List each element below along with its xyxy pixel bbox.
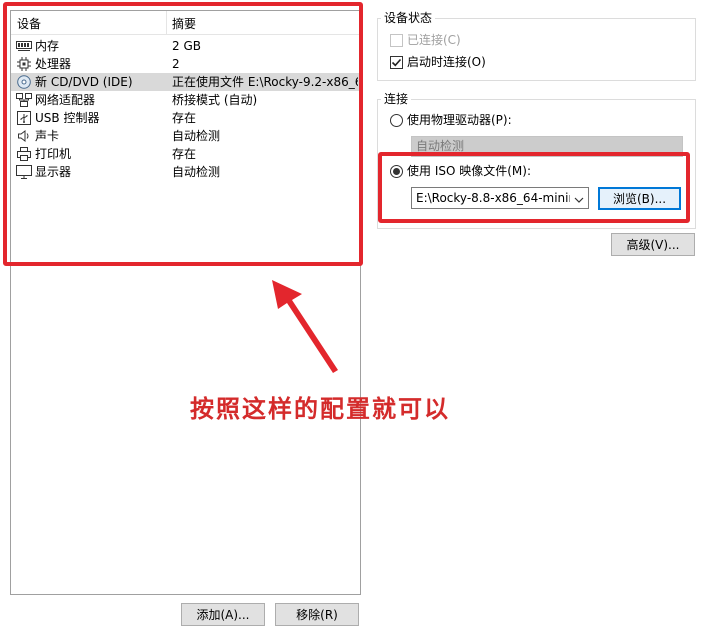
highlight-box-device-list (3, 2, 363, 266)
connected-checkbox[interactable]: 已连接(C) (390, 33, 461, 47)
add-device-button[interactable]: 添加(A)... (181, 603, 265, 626)
radio-unselected-icon (390, 113, 403, 127)
connect-at-power-on-checkbox[interactable]: 启动时连接(O) (390, 55, 486, 69)
device-status-title: 设备状态 (381, 11, 436, 25)
physical-drive-value: 自动检测 (416, 139, 465, 153)
connected-label: 已连接(C) (407, 33, 461, 47)
highlight-box-iso-option (378, 152, 690, 223)
remove-device-button[interactable]: 移除(R) (275, 603, 359, 626)
connection-title: 连接 (381, 92, 412, 106)
connected-checkbox-box (390, 33, 403, 47)
annotation-caption: 按照这样的配置就可以 (190, 394, 450, 423)
physical-drive-radio[interactable]: 使用物理驱动器(P): (390, 113, 512, 127)
physical-drive-label: 使用物理驱动器(P): (407, 113, 512, 127)
checkmark-icon (390, 55, 403, 69)
advanced-button[interactable]: 高级(V)... (611, 233, 695, 256)
device-status-group (377, 18, 696, 81)
connect-at-power-on-label: 启动时连接(O) (407, 55, 486, 69)
annotation-arrow-icon (272, 280, 338, 373)
